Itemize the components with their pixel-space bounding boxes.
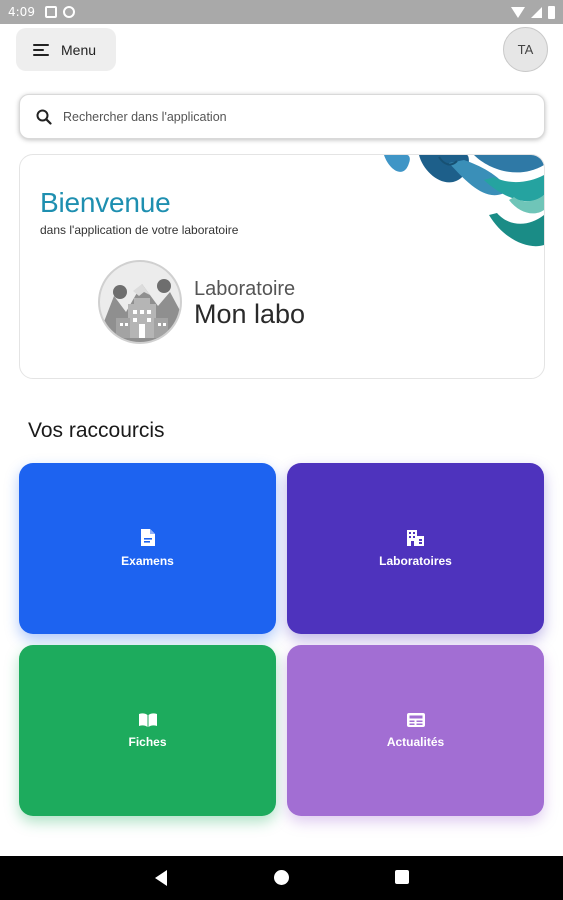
- newspaper-icon: [406, 712, 425, 727]
- home-icon[interactable]: [274, 870, 289, 885]
- menu-button[interactable]: Menu: [16, 28, 116, 71]
- leaves-decoration: [384, 155, 544, 247]
- battery-icon: [548, 5, 555, 19]
- building-icon: [407, 529, 424, 546]
- sync-icon: [62, 6, 75, 18]
- notification-icon: [44, 6, 57, 18]
- welcome-subtitle: dans l'application de votre laboratoire: [40, 223, 239, 237]
- lab-logo: [98, 260, 182, 344]
- shortcut-label: Examens: [121, 554, 174, 568]
- lab-name: Mon labo: [194, 299, 306, 329]
- avatar[interactable]: TA: [503, 27, 548, 72]
- book-icon: [138, 712, 157, 727]
- lab-building-icon: [100, 279, 180, 342]
- recent-apps-icon[interactable]: [395, 870, 409, 884]
- signal-icon: [531, 6, 542, 18]
- search-icon: [36, 109, 52, 125]
- shortcut-label: Actualités: [386, 734, 445, 749]
- shortcut-fiches[interactable]: Fiches: [19, 645, 276, 816]
- shortcut-laboratoires[interactable]: Laboratoires: [287, 463, 544, 634]
- lab-label: Laboratoire: [194, 278, 296, 300]
- shortcuts-title: Vos raccourcis: [28, 419, 165, 442]
- document-icon: [140, 529, 155, 546]
- shortcut-actualites[interactable]: Actualités: [287, 645, 544, 816]
- status-bar: 4:09: [0, 0, 563, 24]
- shortcut-label: Fiches: [128, 734, 167, 749]
- search-input[interactable]: [63, 109, 503, 124]
- shortcut-label: Laboratoires: [379, 553, 452, 568]
- search-bar[interactable]: [19, 94, 545, 139]
- avatar-initials: TA: [517, 42, 534, 57]
- hamburger-icon: [33, 43, 49, 56]
- menu-label: Menu: [61, 41, 97, 58]
- wifi-icon: [511, 6, 525, 18]
- shortcut-examens[interactable]: Examens: [19, 463, 276, 634]
- android-nav-bar: [0, 856, 563, 900]
- welcome-card: Bienvenue dans l'application de votre la…: [19, 154, 545, 379]
- status-time: 4:09: [8, 5, 35, 19]
- back-icon[interactable]: [155, 870, 167, 886]
- welcome-title: Bienvenue: [40, 187, 171, 218]
